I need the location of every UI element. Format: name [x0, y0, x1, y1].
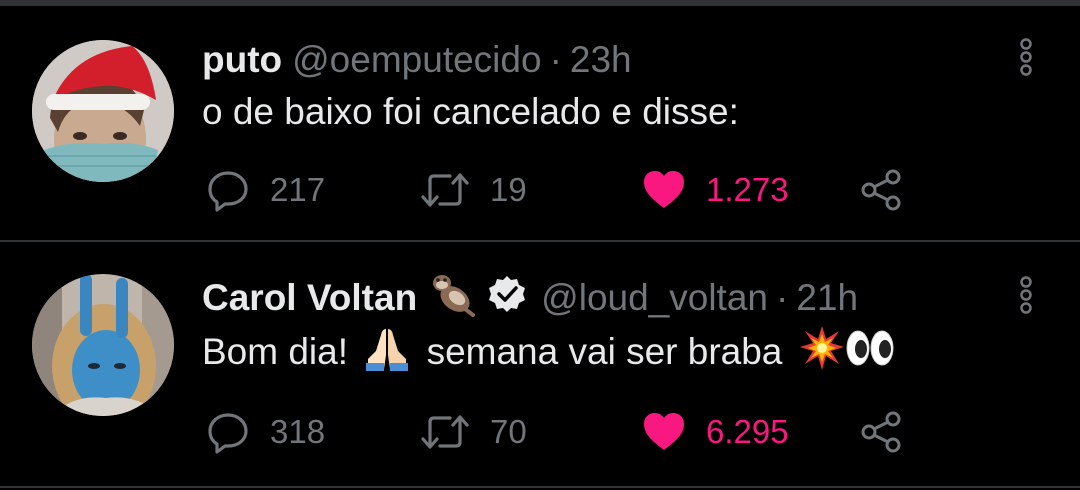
reply-icon — [208, 413, 248, 454]
otter-emoji-icon — [429, 271, 476, 326]
like-count: 1.273 — [706, 171, 789, 208]
tweet-text: Bom dia! semana vai ser braba — [202, 325, 895, 376]
avatar[interactable] — [32, 40, 174, 182]
display-name[interactable]: Carol Voltan — [202, 277, 417, 319]
tweet-header: Carol Voltan @loud_voltan · 21h — [202, 274, 858, 323]
retweet-button[interactable]: 70 — [420, 408, 527, 456]
retweet-count: 70 — [490, 413, 527, 450]
timestamp[interactable]: 21h — [796, 277, 858, 319]
avatar-photo — [32, 274, 174, 416]
heart-icon — [644, 413, 684, 450]
more-icon — [1020, 276, 1032, 314]
user-handle[interactable]: @oemputecido — [292, 39, 541, 81]
reply-button[interactable]: 318 — [206, 408, 325, 456]
avatar[interactable] — [32, 274, 174, 416]
retweet-icon — [421, 173, 469, 207]
tweet[interactable]: Carol Voltan @loud_voltan · 21h Bom dia!… — [0, 242, 1080, 488]
tweet-header: puto @oemputecido · 23h — [202, 38, 632, 82]
reply-count: 318 — [270, 413, 326, 450]
folded-hands-emoji-icon — [364, 325, 410, 380]
heart-icon — [644, 171, 684, 208]
user-handle[interactable]: @loud_voltan — [541, 277, 768, 319]
reply-button[interactable]: 217 — [206, 166, 325, 214]
tweet-text-part: Bom dia! — [202, 331, 359, 372]
reply-count: 217 — [270, 171, 326, 208]
share-button[interactable] — [860, 408, 904, 456]
retweet-count: 19 — [490, 171, 527, 208]
retweet-button[interactable]: 19 — [420, 166, 527, 214]
separator-dot: · — [549, 39, 562, 80]
eyes-emoji-icon — [845, 325, 895, 380]
timestamp[interactable]: 23h — [570, 39, 632, 81]
share-icon — [861, 411, 901, 453]
tweet-divider — [0, 486, 1080, 488]
share-button[interactable] — [860, 166, 904, 214]
reply-icon — [208, 171, 248, 212]
tweet[interactable]: puto @oemputecido · 23h o de baixo foi c… — [0, 0, 1080, 240]
retweet-icon — [421, 415, 469, 449]
share-icon — [861, 169, 901, 211]
tweet-text: o de baixo foi cancelado e disse: — [202, 91, 739, 132]
display-name[interactable]: puto — [202, 39, 282, 81]
verified-badge-icon — [487, 274, 527, 323]
more-icon — [1020, 38, 1032, 76]
collision-emoji-icon — [799, 325, 845, 380]
like-button[interactable]: 1.273 — [642, 166, 789, 214]
tweet-text-part: semana vai ser braba — [416, 331, 793, 372]
tweet-actions: 318 70 6.295 — [206, 408, 926, 456]
separator-dot: · — [776, 277, 789, 318]
like-count: 6.295 — [706, 413, 789, 450]
more-options-button[interactable] — [1014, 38, 1038, 78]
tweet-actions: 217 19 1.273 — [206, 166, 926, 214]
avatar-photo — [32, 40, 174, 182]
like-button[interactable]: 6.295 — [642, 408, 789, 456]
more-options-button[interactable] — [1014, 276, 1038, 316]
